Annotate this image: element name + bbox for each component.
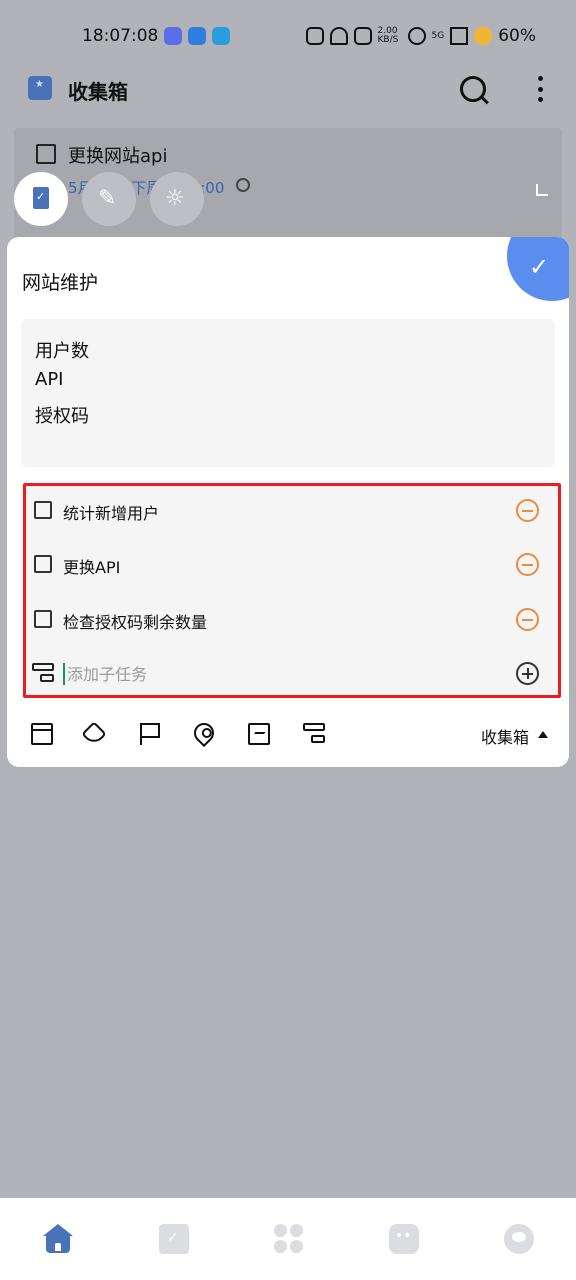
task-type-button[interactable] [14, 172, 68, 226]
subtask-label[interactable]: 更换API [63, 554, 120, 578]
flag-icon[interactable] [140, 723, 162, 745]
task-title-input[interactable]: 网站维护 [22, 268, 98, 295]
subtask-checkbox[interactable] [34, 555, 52, 573]
note-type-button[interactable]: ✎ [82, 172, 136, 226]
battery-icon [474, 27, 493, 45]
text-cursor [63, 663, 65, 685]
caret-up-icon[interactable] [538, 731, 548, 738]
search-icon[interactable] [460, 76, 486, 102]
task-description[interactable]: 用户数 API 授权码 [21, 319, 555, 467]
subtask-checkbox[interactable] [34, 501, 52, 519]
clipboard-check-icon [33, 187, 49, 209]
subtask-label[interactable]: 检查授权码剩余数量 [63, 609, 207, 633]
expand-icon[interactable] [536, 184, 548, 196]
subtask-label[interactable]: 统计新增用户 [63, 500, 159, 524]
task-edit-sheet: ✓ 网站维护 用户数 API 授权码 统计新增用户 更换API 检查授权码剩余数… [7, 237, 569, 767]
description-line: 用户数 [35, 341, 89, 362]
wifi-icon [407, 27, 426, 45]
game-icon[interactable] [389, 1224, 419, 1254]
task-checkbox[interactable] [36, 144, 56, 164]
subtask-icon [32, 663, 54, 683]
status-time: 18:07:08 [82, 26, 159, 46]
feather-icon: ✎ [98, 186, 117, 211]
status-indicators: 2.00 KB/S 5G 60% [305, 26, 536, 46]
description-line: API [35, 369, 64, 390]
task-toolbar: 收集箱 [7, 717, 569, 753]
project-selector[interactable]: 收集箱 [481, 724, 529, 748]
face-icon [305, 27, 324, 45]
telegram-icon [212, 27, 230, 45]
confirm-button[interactable]: ✓ [507, 237, 569, 301]
app-header: 收集箱 [0, 70, 576, 114]
page-title: 收集箱 [68, 80, 128, 104]
grid-icon[interactable] [274, 1224, 304, 1254]
remove-subtask-icon[interactable] [516, 553, 539, 576]
signal-icon [450, 27, 469, 45]
status-bar: 18:07:08 2.00 KB/S 5G 60% [0, 0, 576, 70]
home-icon[interactable] [43, 1224, 73, 1254]
remove-subtask-icon[interactable] [516, 608, 539, 631]
add-subtask-input[interactable] [67, 661, 367, 687]
alarm-icon [236, 178, 250, 192]
more-options-icon[interactable] [536, 76, 544, 102]
subtask-row: 更换API [26, 544, 558, 584]
bottom-navigation [0, 1198, 576, 1280]
camera-icon [353, 27, 372, 45]
user-icon[interactable] [504, 1224, 534, 1254]
tag-icon[interactable] [81, 721, 107, 747]
sun-check-icon: ☼ [165, 186, 185, 211]
habit-type-button[interactable]: ☼ [150, 172, 204, 226]
subtask-list: 统计新增用户 更换API 检查授权码剩余数量 [23, 483, 561, 698]
inbox-icon [28, 76, 52, 100]
location-icon[interactable] [189, 718, 219, 748]
network-speed: 2.00 KB/S [377, 26, 399, 45]
subtask-row: 检查授权码剩余数量 [26, 599, 558, 639]
battery-percent: 60% [498, 26, 536, 46]
calendar-check-icon[interactable] [159, 1224, 189, 1254]
remove-subtask-icon[interactable] [516, 499, 539, 522]
description-line: 授权码 [35, 406, 89, 427]
image-icon[interactable] [248, 723, 270, 745]
subtask-row: 统计新增用户 [26, 490, 558, 530]
network-type: 5G [431, 31, 445, 41]
app-icon-2 [188, 27, 206, 45]
bell-mute-icon [329, 27, 348, 45]
status-app-icons [164, 27, 230, 45]
app-icon-1 [164, 27, 182, 45]
calendar-icon[interactable] [31, 723, 53, 745]
add-subtask-row [26, 653, 558, 693]
add-subtask-icon[interactable] [516, 662, 539, 685]
subtask-icon[interactable] [303, 723, 325, 745]
subtask-checkbox[interactable] [34, 610, 52, 628]
task-title: 更换网站api [68, 146, 168, 167]
check-icon: ✓ [529, 253, 550, 281]
